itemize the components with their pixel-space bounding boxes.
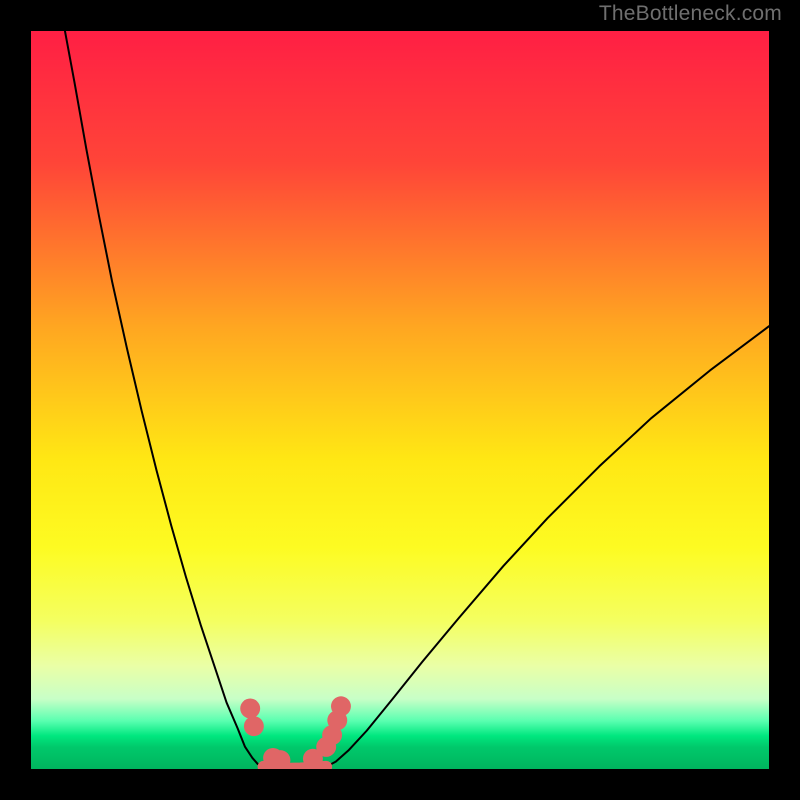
plot-background: [31, 31, 769, 769]
chart-svg: [31, 31, 769, 769]
marker-left-knee-lower: [244, 716, 264, 736]
marker-right-knee-d: [331, 696, 351, 716]
plot-area: [31, 31, 769, 769]
chart-frame: TheBottleneck.com: [0, 0, 800, 800]
marker-left-knee-upper: [240, 699, 260, 719]
watermark-label: TheBottleneck.com: [599, 2, 782, 26]
